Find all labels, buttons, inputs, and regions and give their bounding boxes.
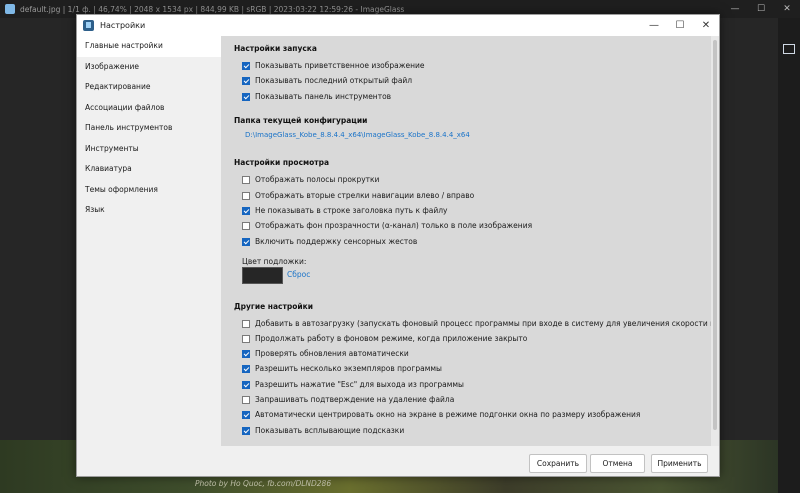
- cancel-button[interactable]: Отмена: [590, 454, 645, 473]
- sidebar-item-themes[interactable]: Темы оформления: [77, 180, 221, 201]
- apply-button[interactable]: Применить: [651, 454, 708, 473]
- config-folder-title: Папка текущей конфигурации: [234, 116, 368, 125]
- settings-content: Настройки запуска Показывать приветствен…: [221, 36, 711, 446]
- checkbox[interactable]: [242, 426, 250, 435]
- maximize-icon[interactable]: ☐: [667, 15, 693, 36]
- background-window-title: default.jpg | 1/1 ф. | 46,74% | 2048 x 1…: [20, 4, 405, 14]
- startup-option[interactable]: Показывать приветственное изображение: [242, 61, 425, 70]
- checkbox[interactable]: [242, 76, 250, 85]
- photo-credit: Photo by Ho Quoc, fb.com/DLND286: [195, 479, 332, 488]
- checkbox[interactable]: [242, 221, 250, 230]
- checkbox[interactable]: [242, 410, 250, 419]
- other-section-title: Другие настройки: [234, 302, 313, 311]
- startup-option[interactable]: Показывать последний открытый файл: [242, 76, 412, 85]
- backdrop-color-swatch[interactable]: [242, 267, 283, 284]
- close-icon[interactable]: ✕: [693, 15, 719, 36]
- sidebar-item-image[interactable]: Изображение: [77, 57, 221, 78]
- checkbox[interactable]: [242, 349, 250, 358]
- view-option[interactable]: Включить поддержку сенсорных жестов: [242, 237, 417, 246]
- checkbox[interactable]: [242, 206, 250, 215]
- settings-dialog: Настройки — ☐ ✕ Главные настройки Изобра…: [76, 14, 720, 477]
- backdrop-reset-link[interactable]: Сброс: [287, 270, 310, 279]
- other-option[interactable]: Проверять обновления автоматически: [242, 349, 409, 358]
- other-option[interactable]: Добавить в автозагрузку (запускать фонов…: [242, 319, 711, 328]
- dialog-titlebar[interactable]: Настройки — ☐ ✕: [77, 15, 719, 36]
- dialog-footer: Сохранить Отмена Применить: [77, 446, 719, 476]
- sidebar-item-keyboard[interactable]: Клавиатура: [77, 159, 221, 180]
- checkbox[interactable]: [242, 175, 250, 184]
- scrollbar-thumb[interactable]: [713, 40, 717, 430]
- other-option[interactable]: Разрешить несколько экземпляров программ…: [242, 364, 442, 373]
- other-option[interactable]: Продолжать работу в фоновом режиме, когд…: [242, 334, 527, 343]
- other-option[interactable]: Автоматически центрировать окно на экран…: [242, 410, 640, 419]
- other-option[interactable]: Разрешить нажатие "Esc" для выхода из пр…: [242, 380, 464, 389]
- startup-section-title: Настройки запуска: [234, 44, 317, 53]
- other-option[interactable]: Запрашивать подтверждение на удаление фа…: [242, 395, 454, 404]
- sidebar-item-file-associations[interactable]: Ассоциации файлов: [77, 98, 221, 119]
- checkbox[interactable]: [242, 380, 250, 389]
- backdrop-color-label: Цвет подложки:: [242, 257, 307, 266]
- sidebar-item-edit[interactable]: Редактирование: [77, 77, 221, 98]
- sidebar-item-toolbar[interactable]: Панель инструментов: [77, 118, 221, 139]
- sidebar-item-language[interactable]: Язык: [77, 200, 221, 221]
- imageglass-icon: [83, 20, 94, 31]
- checkbox[interactable]: [242, 61, 250, 70]
- checkbox[interactable]: [242, 334, 250, 343]
- checkbox[interactable]: [242, 191, 250, 200]
- window-layout-icon[interactable]: [783, 44, 795, 54]
- sidebar-item-general[interactable]: Главные настройки: [77, 36, 221, 57]
- checkbox[interactable]: [242, 92, 250, 101]
- content-scrollbar[interactable]: [711, 36, 719, 446]
- view-option[interactable]: Не показывать в строке заголовка путь к …: [242, 206, 448, 215]
- other-option[interactable]: Показывать всплывающие подсказки: [242, 426, 404, 435]
- dialog-title: Настройки: [100, 21, 146, 30]
- view-section-title: Настройки просмотра: [234, 158, 330, 167]
- minimize-icon[interactable]: —: [722, 0, 748, 18]
- minimize-icon[interactable]: —: [641, 15, 667, 36]
- checkbox[interactable]: [242, 319, 250, 328]
- checkbox[interactable]: [242, 395, 250, 404]
- view-option[interactable]: Отображать полосы прокрутки: [242, 175, 379, 184]
- config-folder-path-link[interactable]: D:\ImageGlass_Kobe_8.8.4.4_x64\ImageGlas…: [245, 131, 470, 139]
- sidebar-item-tools[interactable]: Инструменты: [77, 139, 221, 160]
- close-icon[interactable]: ✕: [774, 0, 800, 18]
- checkbox[interactable]: [242, 364, 250, 373]
- save-button[interactable]: Сохранить: [529, 454, 587, 473]
- imageglass-icon: [5, 4, 15, 14]
- settings-sidebar: Главные настройки Изображение Редактиров…: [77, 36, 221, 456]
- view-option[interactable]: Отображать вторые стрелки навигации влев…: [242, 191, 474, 200]
- startup-option[interactable]: Показывать панель инструментов: [242, 92, 391, 101]
- maximize-icon[interactable]: ☐: [748, 0, 774, 18]
- background-right-toolbar: [778, 18, 800, 493]
- view-option[interactable]: Отображать фон прозрачности (α-канал) то…: [242, 221, 532, 230]
- checkbox[interactable]: [242, 237, 250, 246]
